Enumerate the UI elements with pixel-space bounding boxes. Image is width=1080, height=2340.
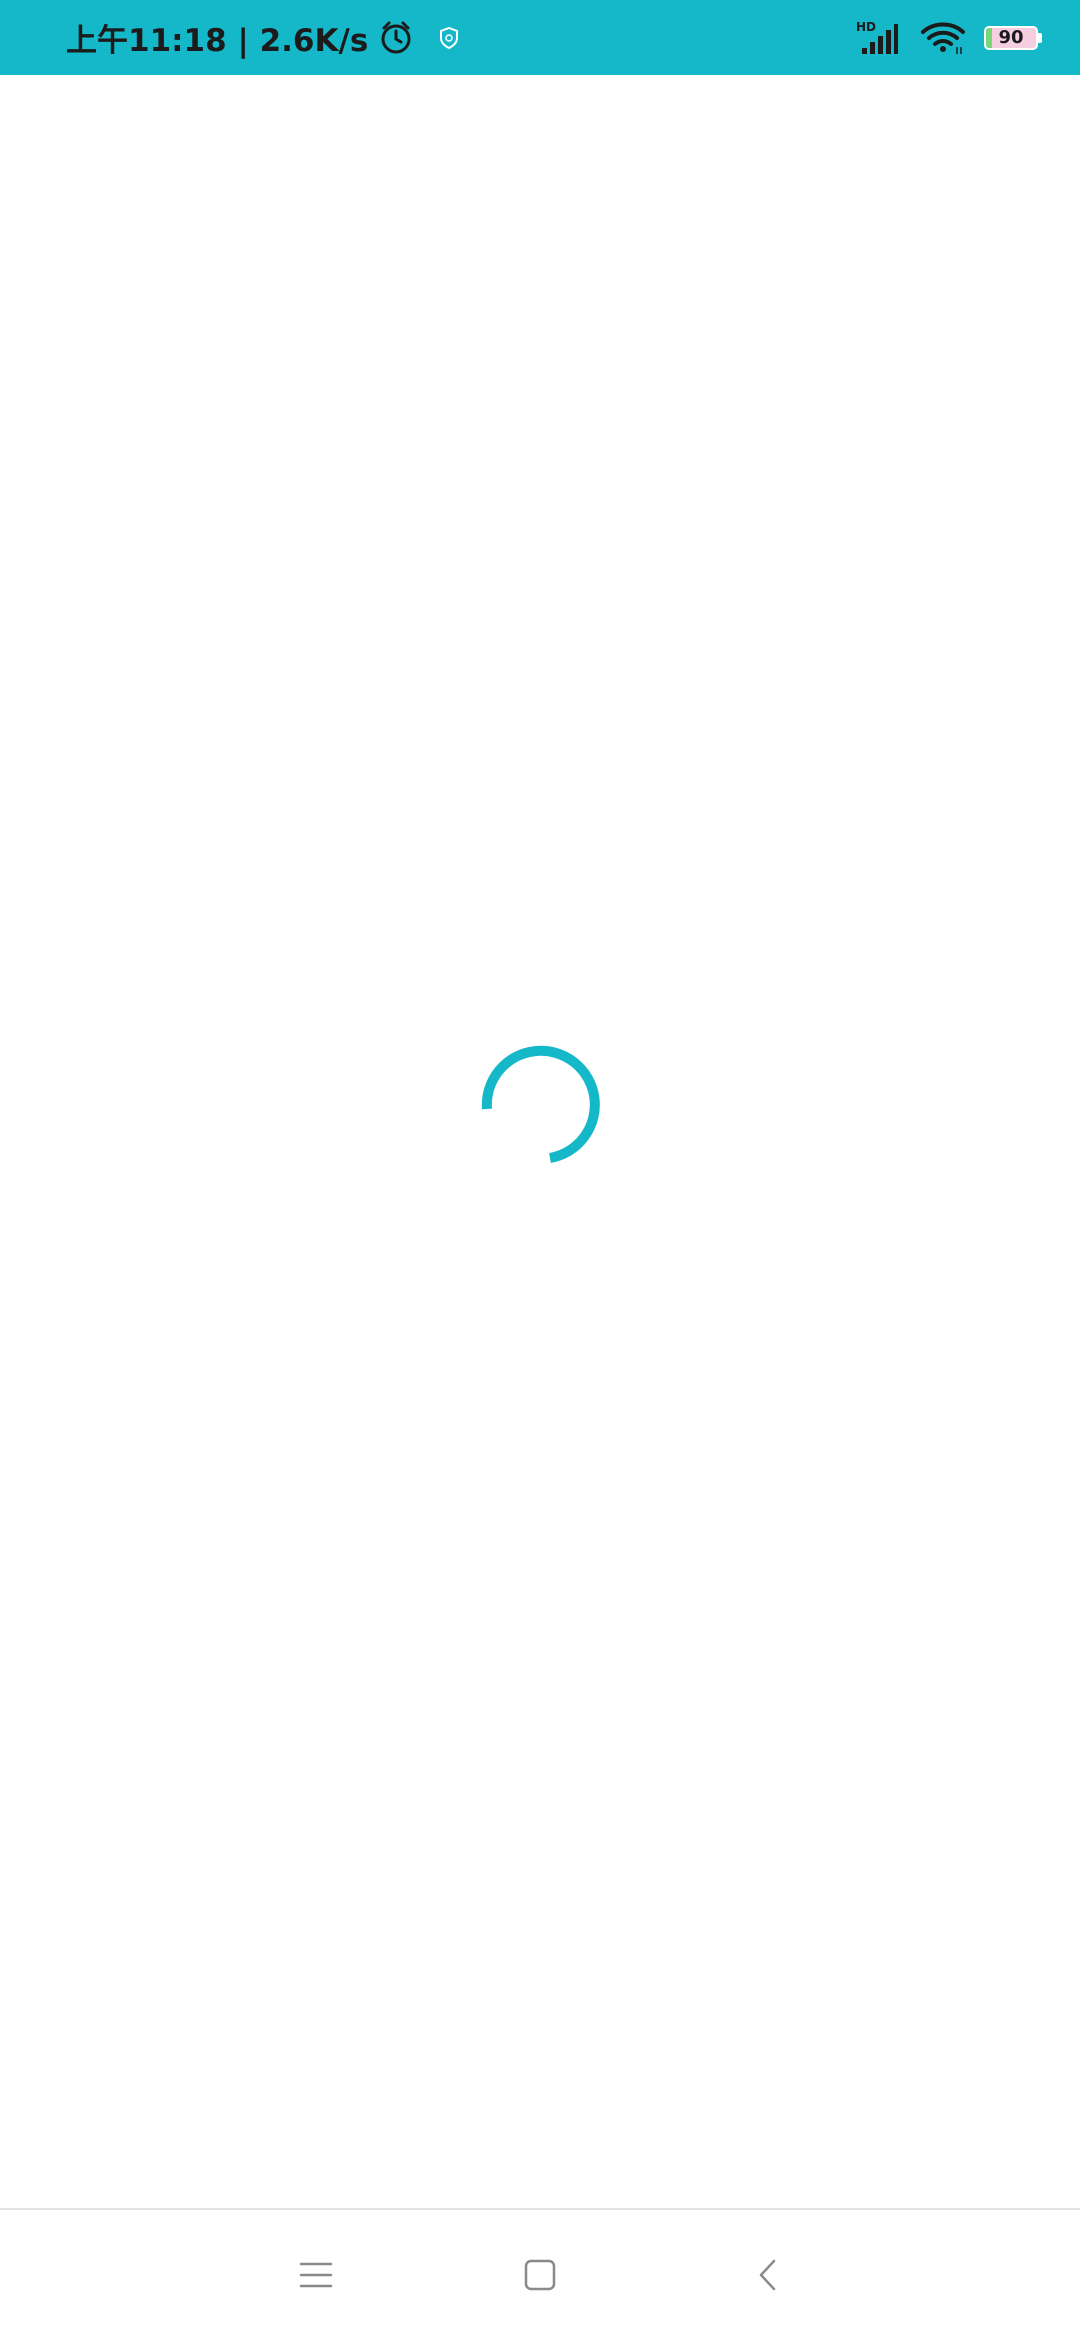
- status-left: 上午11:18 | 2.6K/s: [66, 0, 460, 75]
- screen: 上午11:18 | 2.6K/s HD 90: [0, 0, 1080, 2340]
- status-time-speed: 上午11:18 | 2.6K/s: [66, 23, 369, 59]
- status-bar: 上午11:18 | 2.6K/s HD 90: [0, 0, 1080, 75]
- navigation-bar: [0, 2210, 1080, 2340]
- battery-level: 90: [998, 26, 1024, 48]
- back-button[interactable]: [732, 2240, 802, 2310]
- menu-icon: [299, 2262, 333, 2288]
- battery-body: 90: [984, 25, 1038, 50]
- home-button[interactable]: [505, 2240, 575, 2310]
- shield-icon: [438, 26, 460, 50]
- signal-label: HD: [856, 20, 876, 34]
- loading-spinner: [480, 1045, 600, 1165]
- battery-nub: [1038, 32, 1042, 43]
- alarm-icon: [378, 20, 414, 56]
- back-icon: [759, 2259, 776, 2291]
- menu-button[interactable]: [281, 2240, 351, 2310]
- home-icon: [524, 2259, 556, 2291]
- status-right: HD 90: [856, 0, 1042, 75]
- wifi-icon: [920, 20, 966, 56]
- battery-icon: 90: [984, 25, 1042, 51]
- signal-icon: HD: [856, 20, 902, 56]
